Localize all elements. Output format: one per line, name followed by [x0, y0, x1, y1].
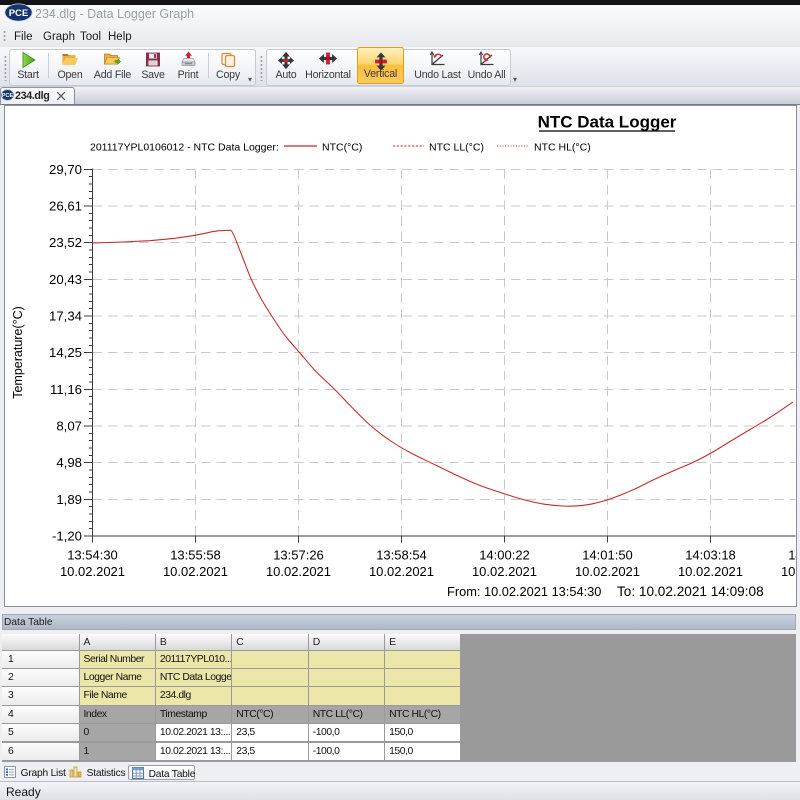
svg-text:-1,20: -1,20: [52, 528, 82, 543]
svg-text:14:03:18: 14:03:18: [685, 547, 736, 562]
svg-text:NTC(°C): NTC(°C): [322, 141, 362, 153]
svg-text:8,07: 8,07: [56, 418, 82, 433]
svg-text:23,52: 23,52: [49, 235, 82, 250]
svg-text:From: 10.02.2021 13:54:30: From: 10.02.2021 13:54:30: [447, 584, 601, 599]
svg-text:10.02.2021: 10.02.2021: [163, 564, 228, 579]
svg-text:17,34: 17,34: [49, 308, 82, 323]
svg-text:13:58:54: 13:58:54: [376, 547, 427, 562]
svg-text:10.02.2021: 10.02.2021: [266, 564, 331, 579]
svg-text:20,43: 20,43: [49, 271, 82, 286]
svg-text:NTC HL(°C): NTC HL(°C): [534, 141, 591, 153]
svg-text:10.02.2021: 10.02.2021: [472, 564, 537, 579]
svg-text:10.02.2021: 10.02.2021: [60, 564, 125, 579]
svg-text:14:04:46: 14:04:46: [788, 547, 795, 562]
svg-text:13:57:26: 13:57:26: [273, 547, 324, 562]
svg-text:11,16: 11,16: [50, 381, 82, 396]
svg-text:NTC LL(°C): NTC LL(°C): [429, 141, 484, 153]
svg-text:PCE: PCE: [2, 93, 14, 99]
svg-text:201117YPL0106012 - NTC Data Lo: 201117YPL0106012 - NTC Data Logger:: [90, 141, 279, 153]
svg-text:14,25: 14,25: [49, 345, 82, 360]
svg-text:26,61: 26,61: [49, 198, 82, 213]
svg-text:13:54:30: 13:54:30: [67, 547, 118, 562]
svg-text:13:55:58: 13:55:58: [170, 547, 221, 562]
svg-text:10.02.2021: 10.02.2021: [781, 564, 796, 579]
svg-text:4,98: 4,98: [56, 455, 82, 470]
svg-text:29,70: 29,70: [49, 161, 82, 176]
svg-text:14:00:22: 14:00:22: [479, 547, 530, 562]
svg-text:Temperature(°C): Temperature(°C): [11, 306, 25, 399]
svg-text:10.02.2021: 10.02.2021: [575, 564, 640, 579]
svg-text:To: 10.02.2021 14:09:08: To: 10.02.2021 14:09:08: [617, 584, 764, 599]
svg-text:NTC Data Logger: NTC Data Logger: [538, 112, 677, 131]
svg-text:1,89: 1,89: [56, 491, 82, 506]
svg-text:14:01:50: 14:01:50: [582, 547, 633, 562]
svg-text:10.02.2021: 10.02.2021: [678, 564, 743, 579]
svg-text:PCE: PCE: [9, 8, 29, 19]
svg-text:10.02.2021: 10.02.2021: [369, 564, 434, 579]
